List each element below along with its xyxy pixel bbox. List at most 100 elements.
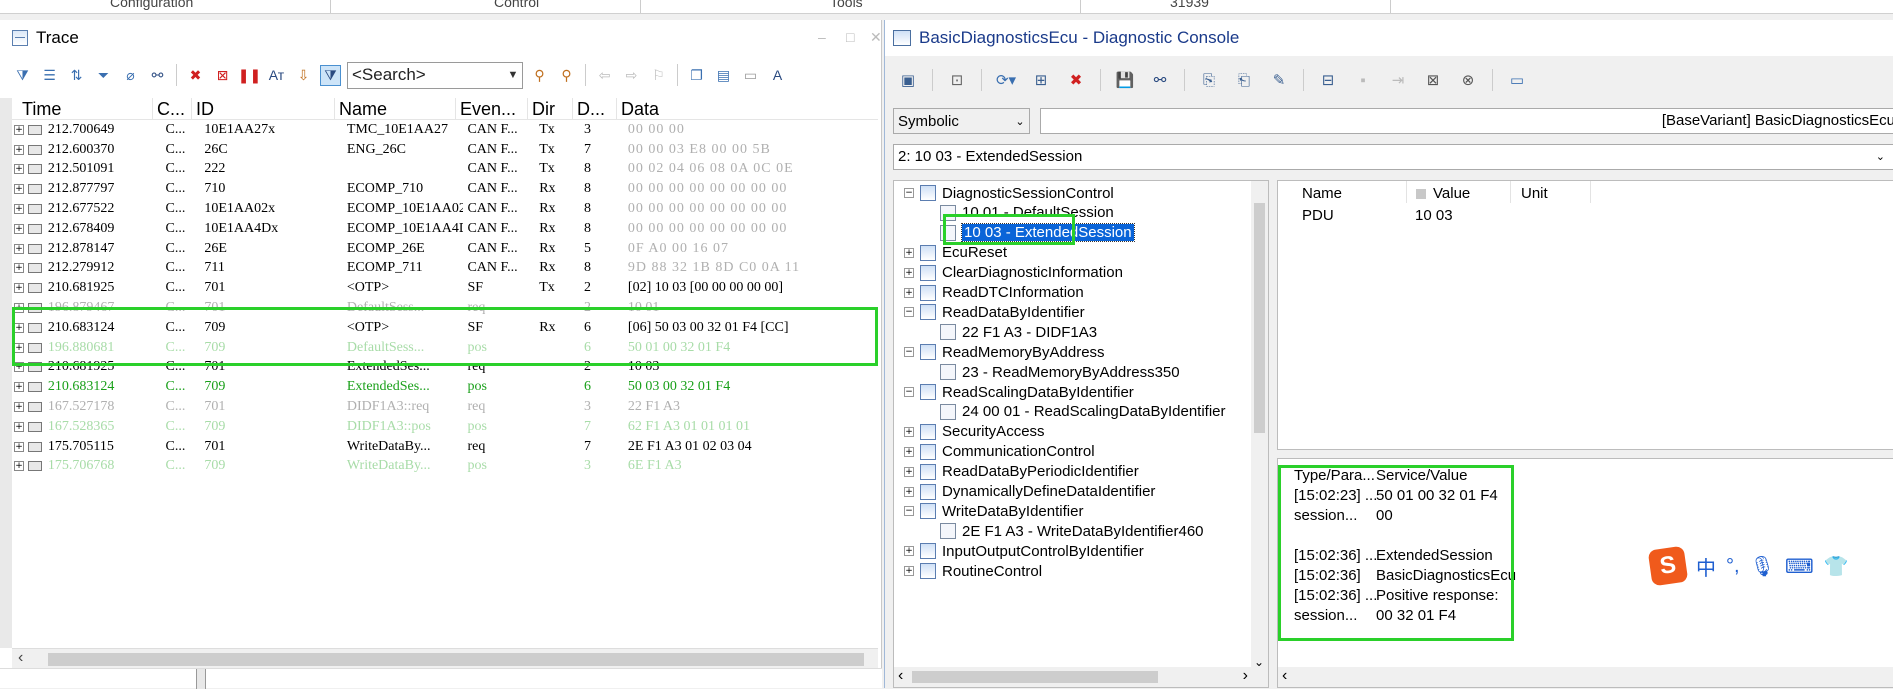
chevron-down-icon[interactable]: ▼ [504,69,522,81]
trace-horizontal-scrollbar[interactable]: ‹ [12,648,878,668]
tree-expand-icon[interactable]: + [904,287,914,298]
trace-row[interactable]: +175.705115 C... 701 WriteDataBy... req 7 2E F… [12,437,878,457]
tree-node[interactable]: − ReadScalingDataByIdentifier [904,382,1134,402]
ime-logo[interactable]: S [1647,545,1689,587]
tree-icon[interactable]: ⊞ [1028,67,1054,93]
forward-icon[interactable]: ⇨ [621,65,642,86]
filter-icon[interactable]: ⧩ [12,65,33,86]
search-input[interactable]: <Search> [352,65,426,85]
ime-punctuation[interactable]: °, [1726,555,1740,578]
record-icon[interactable]: ⊠ [1420,67,1446,93]
tree-expand-icon[interactable]: + [904,267,914,278]
row-expand-icon[interactable]: + [14,124,24,135]
microphone-icon[interactable]: 🎙 [1750,554,1775,579]
tree-node[interactable]: 2E F1 A3 - WriteDataByIdentifier460 [940,521,1204,541]
tree-expand-icon[interactable]: − [904,188,914,198]
tree-node[interactable]: + CommunicationControl [904,442,1095,462]
tree-node[interactable]: + EcuReset [904,243,1007,263]
row-expand-icon[interactable]: + [14,283,24,294]
trace-row[interactable]: +212.878147 C... 26E ECOMP_26E CAN F... Rx 5 0F… [12,239,878,259]
scrollbar-thumb[interactable] [1254,203,1265,433]
menu-control[interactable]: Control [494,0,539,10]
active-filter-icon[interactable]: ⧩ [320,64,341,86]
row-expand-icon[interactable]: + [14,461,24,472]
delete-icon[interactable]: ✖ [185,65,206,86]
tree-expand-icon[interactable]: − [904,347,914,358]
tree-node[interactable]: + ReadDTCInformation [904,283,1084,303]
scroll-left-icon[interactable]: ‹ [1282,667,1287,685]
trace-row[interactable]: +175.706768 C... 709 WriteDataBy... pos 3 6E F… [12,457,878,477]
tree-node[interactable]: 24 00 01 - ReadScalingDataByIdentifier [940,402,1226,422]
row-expand-icon[interactable]: + [14,382,24,393]
row-expand-icon[interactable]: + [14,204,24,215]
trace-row[interactable]: +212.877797 C... 710 ECOMP_710 CAN F... Rx 8 00… [12,179,878,199]
scrollbar-thumb[interactable] [912,671,1158,683]
row-expand-icon[interactable]: + [14,164,24,175]
folder-icon[interactable]: ▭ [1504,67,1530,93]
tree-node[interactable]: + SecurityAccess [904,422,1045,442]
trace-row[interactable]: +210.681925 C... 701 <OTP> SF Tx 2 [02] 10 03 [… [12,278,878,298]
tree-vertical-scrollbar[interactable]: ⌄ [1251,181,1268,669]
step-icon[interactable]: ⇥ [1385,67,1411,93]
row-expand-icon[interactable]: + [14,243,24,254]
back-icon[interactable]: ⇦ [594,65,615,86]
send-all-icon[interactable]: ⎗ [1231,67,1257,93]
scroll-icon[interactable]: ⇩ [293,65,314,86]
tree-expand-icon[interactable]: + [904,486,914,497]
service-select[interactable]: 2: 10 03 - ExtendedSession ⌄ [893,144,1893,170]
lock-icon[interactable]: ▪ [1350,67,1376,93]
remove-filter-icon[interactable]: ⊠ [212,65,233,86]
tree-node[interactable]: − WriteDataByIdentifier [904,501,1083,521]
tree-expand-icon[interactable]: − [904,506,914,517]
col-event[interactable]: Even... [456,98,528,120]
funnel-icon[interactable]: ⏷ [93,65,114,86]
menu-configuration[interactable]: Configuration [110,0,193,10]
font-icon[interactable]: A [767,65,788,86]
ime-language[interactable]: 中 [1696,552,1716,581]
edit-icon[interactable]: ✎ [1266,67,1292,93]
row-expand-icon[interactable]: + [14,421,24,432]
column-icon[interactable]: ☰ [39,65,60,86]
tree-expand-icon[interactable]: + [904,426,914,437]
tree-expand-icon[interactable]: + [904,247,914,258]
tree-expand-icon[interactable]: − [904,307,914,318]
tree-expand-icon[interactable]: + [904,566,914,577]
row-expand-icon[interactable]: + [14,402,24,413]
tree-expand-icon[interactable]: + [904,466,914,477]
col-channel[interactable]: C... [153,98,192,120]
trace-row[interactable]: +212.501091 C... 222 CAN F... Tx 8 00 02 04 06… [12,160,878,180]
minimize-icon[interactable]: – [818,29,826,45]
trace-row[interactable]: +212.700649 C... 10E1AA27x TMC_10E1AA27 CAN … [12,120,878,140]
trace-row[interactable]: +210.683124 C... 709 ExtendedSes... pos 6 50 0… [12,377,878,397]
scroll-right-icon[interactable]: › [1243,667,1248,685]
tree-node[interactable]: + RoutineControl [904,561,1042,581]
scroll-left-icon[interactable]: ‹ [898,667,903,685]
trace-row[interactable]: +212.600370 C... 26C ENG_26C CAN F... Tx 7 00 0… [12,140,878,160]
connect-icon[interactable]: ⊟ [1315,67,1341,93]
find-next-icon[interactable]: ⚲ [556,65,577,86]
send-icon[interactable]: ⎘ [1196,67,1222,93]
tree-expand-icon[interactable]: − [904,387,914,397]
tree-node[interactable]: − ReadDataByIdentifier [904,302,1085,322]
tree-horizontal-scrollbar[interactable]: ‹ › [894,667,1268,687]
log-horizontal-scrollbar[interactable]: ‹ [1278,667,1893,687]
row-expand-icon[interactable]: + [14,441,24,452]
col-dlc[interactable]: D... [573,98,617,120]
console-icon[interactable]: ▣ [895,67,921,93]
tree-expand-icon[interactable]: + [904,546,914,557]
row-expand-icon[interactable]: + [14,263,24,274]
scrollbar-thumb[interactable] [48,653,864,666]
find-previous-icon[interactable]: ⚲ [529,65,550,86]
clear-filter-icon[interactable]: ⌀ [120,65,141,86]
symbolic-select[interactable]: Symbolic ⌄ [893,108,1030,134]
trace-row[interactable]: +212.677522 C... 10E1AA02x ECOMP_10E1AA02 CA… [12,199,878,219]
row-expand-icon[interactable]: + [14,223,24,234]
chevron-down-icon[interactable]: ⌄ [1011,115,1029,128]
ecu-icon[interactable]: ⊡ [944,67,970,93]
view-icon[interactable]: ▭ [740,65,761,86]
trace-row[interactable]: +212.279912 C... 711 ECOMP_711 CAN F... Rx 8 9D… [12,259,878,279]
sort-icon[interactable]: ⇅ [66,65,87,86]
tree-expand-icon[interactable]: + [904,446,914,457]
marker-icon[interactable]: ⚐ [648,65,669,86]
chevron-down-icon[interactable]: ⌄ [1876,145,1885,169]
